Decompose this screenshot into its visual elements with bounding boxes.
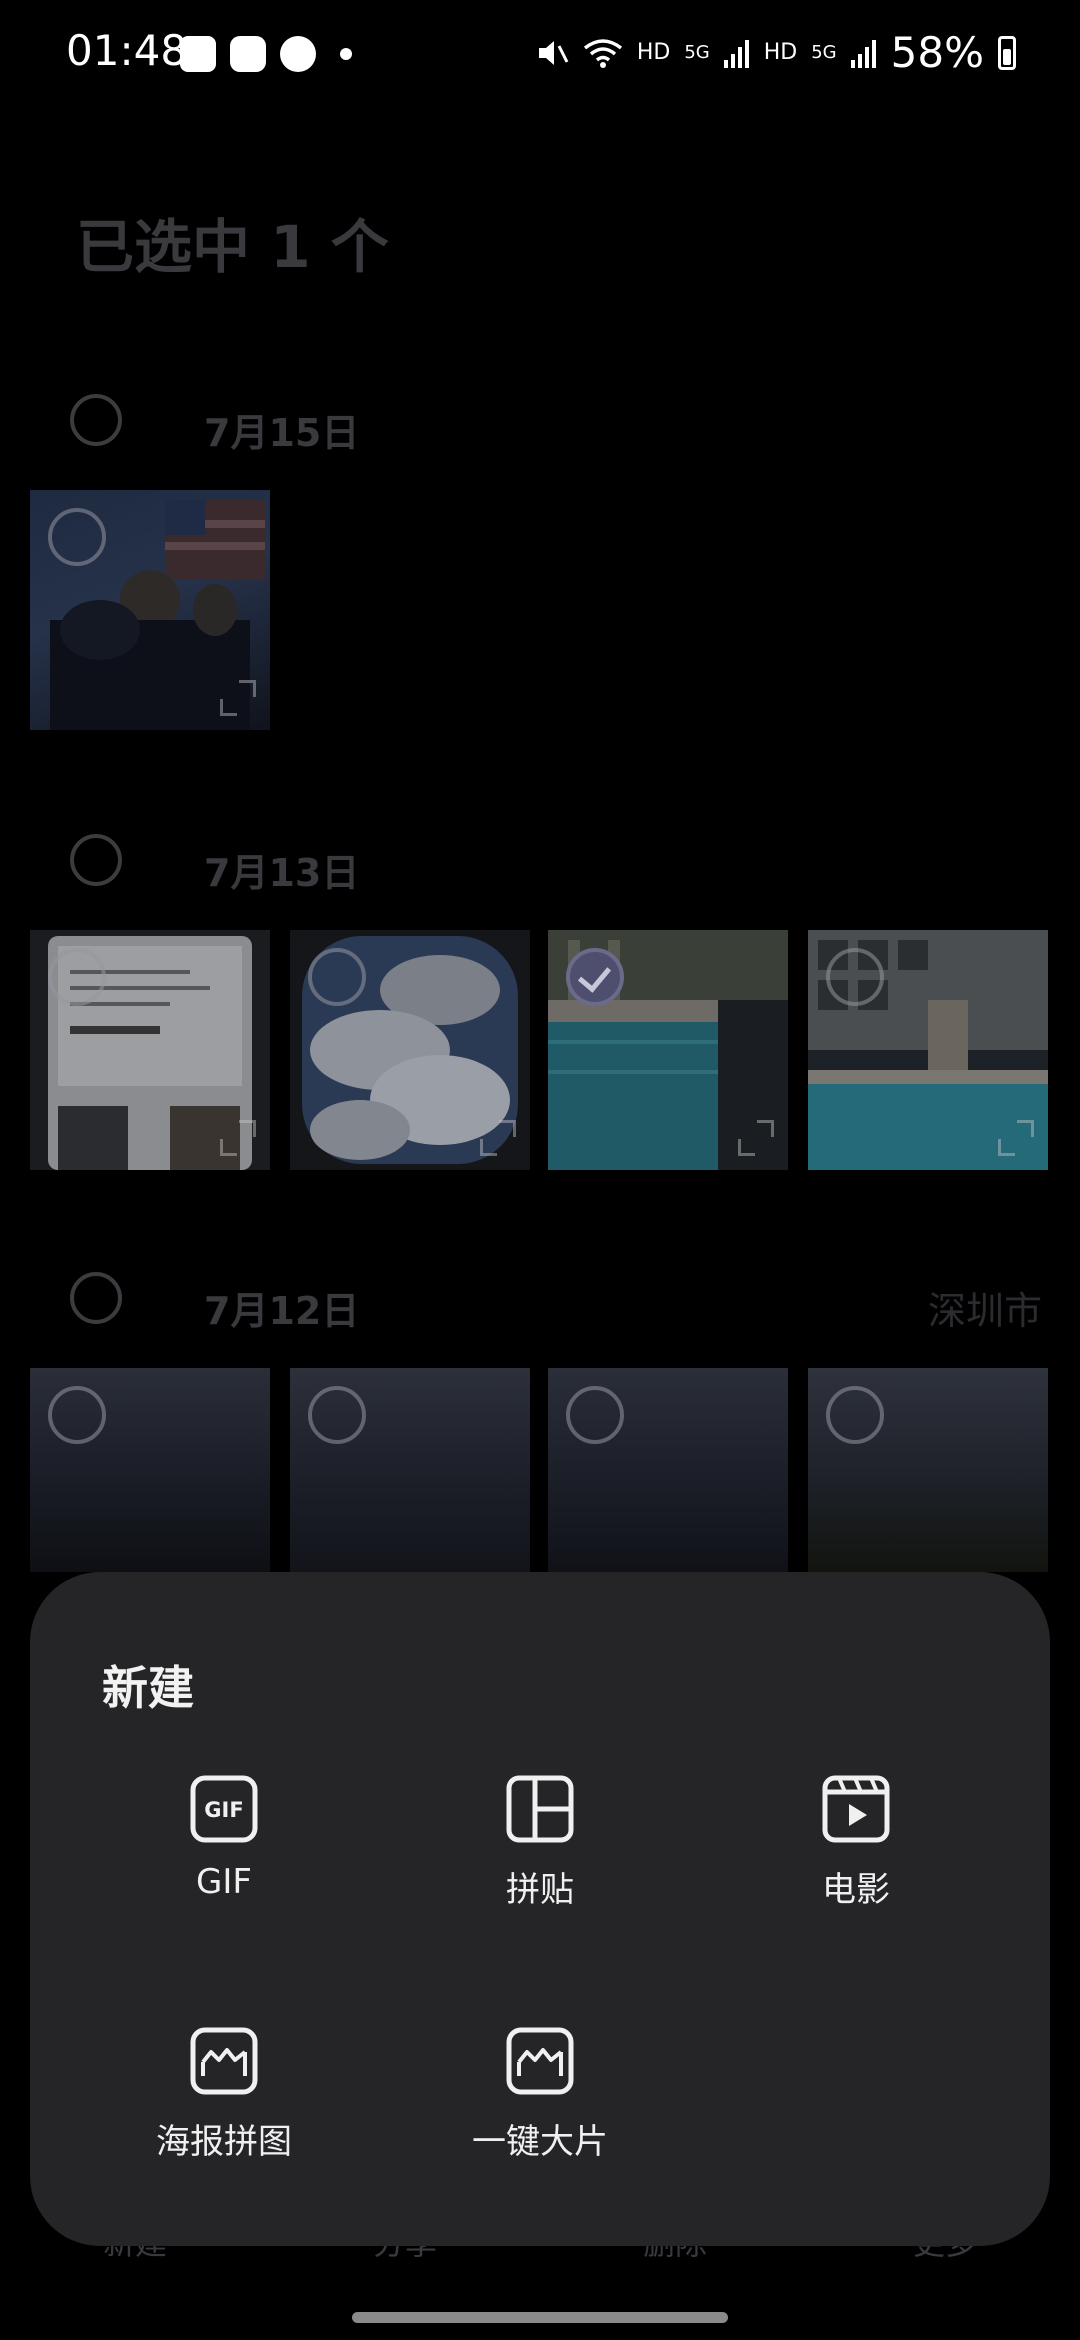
day-location: 深圳市 — [927, 1289, 1042, 1333]
one-click-film-label: 一键大片 — [472, 2122, 608, 2162]
photo-thumbnail[interactable] — [290, 930, 530, 1170]
collage-icon — [506, 1775, 574, 1843]
day-label: 7月15日 — [204, 411, 360, 455]
select-day-checkbox[interactable] — [70, 394, 122, 446]
gif-icon: GIF — [190, 1775, 258, 1843]
one-click-film-icon — [506, 2027, 574, 2095]
sheet-title: 新建 — [102, 1661, 194, 1715]
poster-collage-option[interactable]: 海报拼图 — [94, 2026, 354, 2196]
photo-thumbnail[interactable] — [290, 1368, 530, 1572]
collage-option-label: 拼贴 — [506, 1870, 574, 1910]
photo-thumbnail[interactable] — [30, 1368, 270, 1572]
movie-option[interactable]: 电影 — [726, 1774, 986, 1944]
photo-thumbnail[interactable] — [30, 490, 270, 730]
photo-thumbnail[interactable] — [548, 930, 788, 1170]
select-day-checkbox[interactable] — [70, 834, 122, 886]
expand-icon[interactable] — [220, 680, 256, 716]
gif-option-label: GIF — [196, 1862, 252, 1902]
photo-select-checkbox[interactable] — [48, 508, 106, 566]
select-day-checkbox[interactable] — [70, 1272, 122, 1324]
one-click-film-option[interactable]: 一键大片 — [410, 2026, 670, 2196]
day-header: 7月12日 深圳市 — [0, 1266, 1080, 1346]
expand-icon[interactable] — [220, 1120, 256, 1156]
gif-option[interactable]: GIF GIF — [94, 1774, 354, 1944]
poster-collage-icon — [190, 2027, 258, 2095]
poster-collage-label: 海报拼图 — [156, 2122, 292, 2162]
photo-select-checkbox[interactable] — [826, 948, 884, 1006]
movie-icon — [822, 1775, 890, 1843]
day-header: 7月13日 — [0, 828, 1080, 908]
expand-icon[interactable] — [480, 1120, 516, 1156]
create-new-sheet: 新建 GIF GIF 拼贴 电影 海报拼图 一键大片 — [30, 1572, 1050, 2246]
photo-selected-checkbox[interactable] — [566, 948, 624, 1006]
photo-select-checkbox[interactable] — [566, 1386, 624, 1444]
movie-option-label: 电影 — [822, 1870, 890, 1910]
day-header: 7月15日 — [0, 390, 1080, 470]
photo-select-checkbox[interactable] — [826, 1386, 884, 1444]
photo-select-checkbox[interactable] — [308, 948, 366, 1006]
day-label: 7月12日 — [204, 1289, 360, 1333]
svg-text:GIF: GIF — [204, 1798, 243, 1822]
day-label: 7月13日 — [204, 851, 360, 895]
photo-thumbnail[interactable] — [808, 1368, 1048, 1572]
expand-icon[interactable] — [738, 1120, 774, 1156]
photo-select-checkbox[interactable] — [48, 1386, 106, 1444]
photo-thumbnail[interactable] — [548, 1368, 788, 1572]
photo-select-checkbox[interactable] — [308, 1386, 366, 1444]
selection-count-title: 已选中 1 个 — [76, 213, 389, 281]
photo-thumbnail[interactable] — [30, 930, 270, 1170]
home-indicator[interactable] — [352, 2312, 728, 2323]
collage-option[interactable]: 拼贴 — [410, 1774, 670, 1944]
photo-thumbnail[interactable] — [808, 930, 1048, 1170]
photo-select-checkbox[interactable] — [48, 948, 106, 1006]
expand-icon[interactable] — [998, 1120, 1034, 1156]
